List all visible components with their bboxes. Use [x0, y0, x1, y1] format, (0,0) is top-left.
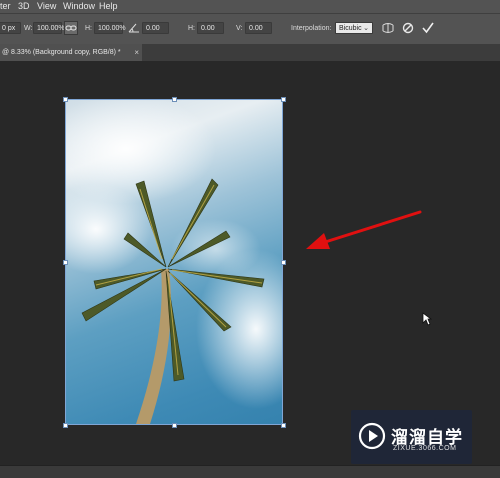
- transform-handle-right[interactable]: [281, 260, 286, 265]
- options-bar: 0 px W: 100.00% H: 100.00% 0.00 H: 0.00 …: [0, 13, 500, 45]
- transform-handle-left[interactable]: [63, 260, 68, 265]
- interpolation-value: Bicubic: [339, 25, 362, 32]
- play-logo-icon: [358, 422, 386, 450]
- angle-field[interactable]: 0.00: [142, 22, 169, 34]
- menu-view[interactable]: View: [37, 0, 56, 13]
- menu-help[interactable]: Help: [99, 0, 118, 13]
- status-bar: [0, 465, 500, 478]
- interpolation-select[interactable]: Bicubic ⌄: [335, 22, 373, 34]
- transform-handle-top-left[interactable]: [63, 97, 68, 102]
- hskew-field[interactable]: 0.00: [197, 22, 224, 34]
- transform-bounding-box[interactable]: [65, 99, 283, 425]
- document-tab[interactable]: @ 8.33% (Background copy, RGB/8) * ×: [0, 44, 142, 61]
- transform-handle-bottom-right[interactable]: [281, 423, 286, 428]
- menu-filter[interactable]: ter: [0, 0, 11, 13]
- height-field[interactable]: 100.00%: [94, 22, 126, 34]
- commit-transform-icon[interactable]: [421, 21, 435, 35]
- document-tab-label: @ 8.33% (Background copy, RGB/8) *: [2, 49, 121, 56]
- interpolation-label: Interpolation:: [291, 25, 332, 32]
- transform-handle-bottom-left[interactable]: [63, 423, 68, 428]
- menu-3d[interactable]: 3D: [18, 0, 30, 13]
- vskew-field[interactable]: 0.00: [245, 22, 272, 34]
- link-icon[interactable]: [64, 21, 78, 35]
- watermark-url: ZIXUE.3066.COM: [393, 445, 457, 452]
- transform-handle-bottom[interactable]: [172, 423, 177, 428]
- angle-icon: [127, 21, 141, 35]
- cancel-transform-icon[interactable]: [401, 21, 415, 35]
- x-field[interactable]: 0 px: [0, 22, 21, 34]
- document-tab-bar: @ 8.33% (Background copy, RGB/8) * ×: [0, 44, 500, 62]
- warp-toggle-icon[interactable]: [381, 21, 395, 35]
- transform-handle-top-right[interactable]: [281, 97, 286, 102]
- mouse-cursor-icon: [422, 312, 432, 326]
- width-label: W:: [24, 25, 33, 32]
- hskew-label: H:: [188, 25, 195, 32]
- red-arrow-annotation: [306, 210, 422, 249]
- watermark: 溜溜自学 ZIXUE.3066.COM: [351, 410, 472, 464]
- height-label: H:: [85, 25, 92, 32]
- menu-bar: ter 3D View Window Help: [0, 0, 500, 13]
- chevron-down-icon: ⌄: [363, 25, 369, 32]
- vskew-label: V:: [236, 25, 243, 32]
- width-field[interactable]: 100.00%: [33, 22, 65, 34]
- menu-window[interactable]: Window: [63, 0, 95, 13]
- close-icon[interactable]: ×: [134, 44, 139, 61]
- transform-handle-top[interactable]: [172, 97, 177, 102]
